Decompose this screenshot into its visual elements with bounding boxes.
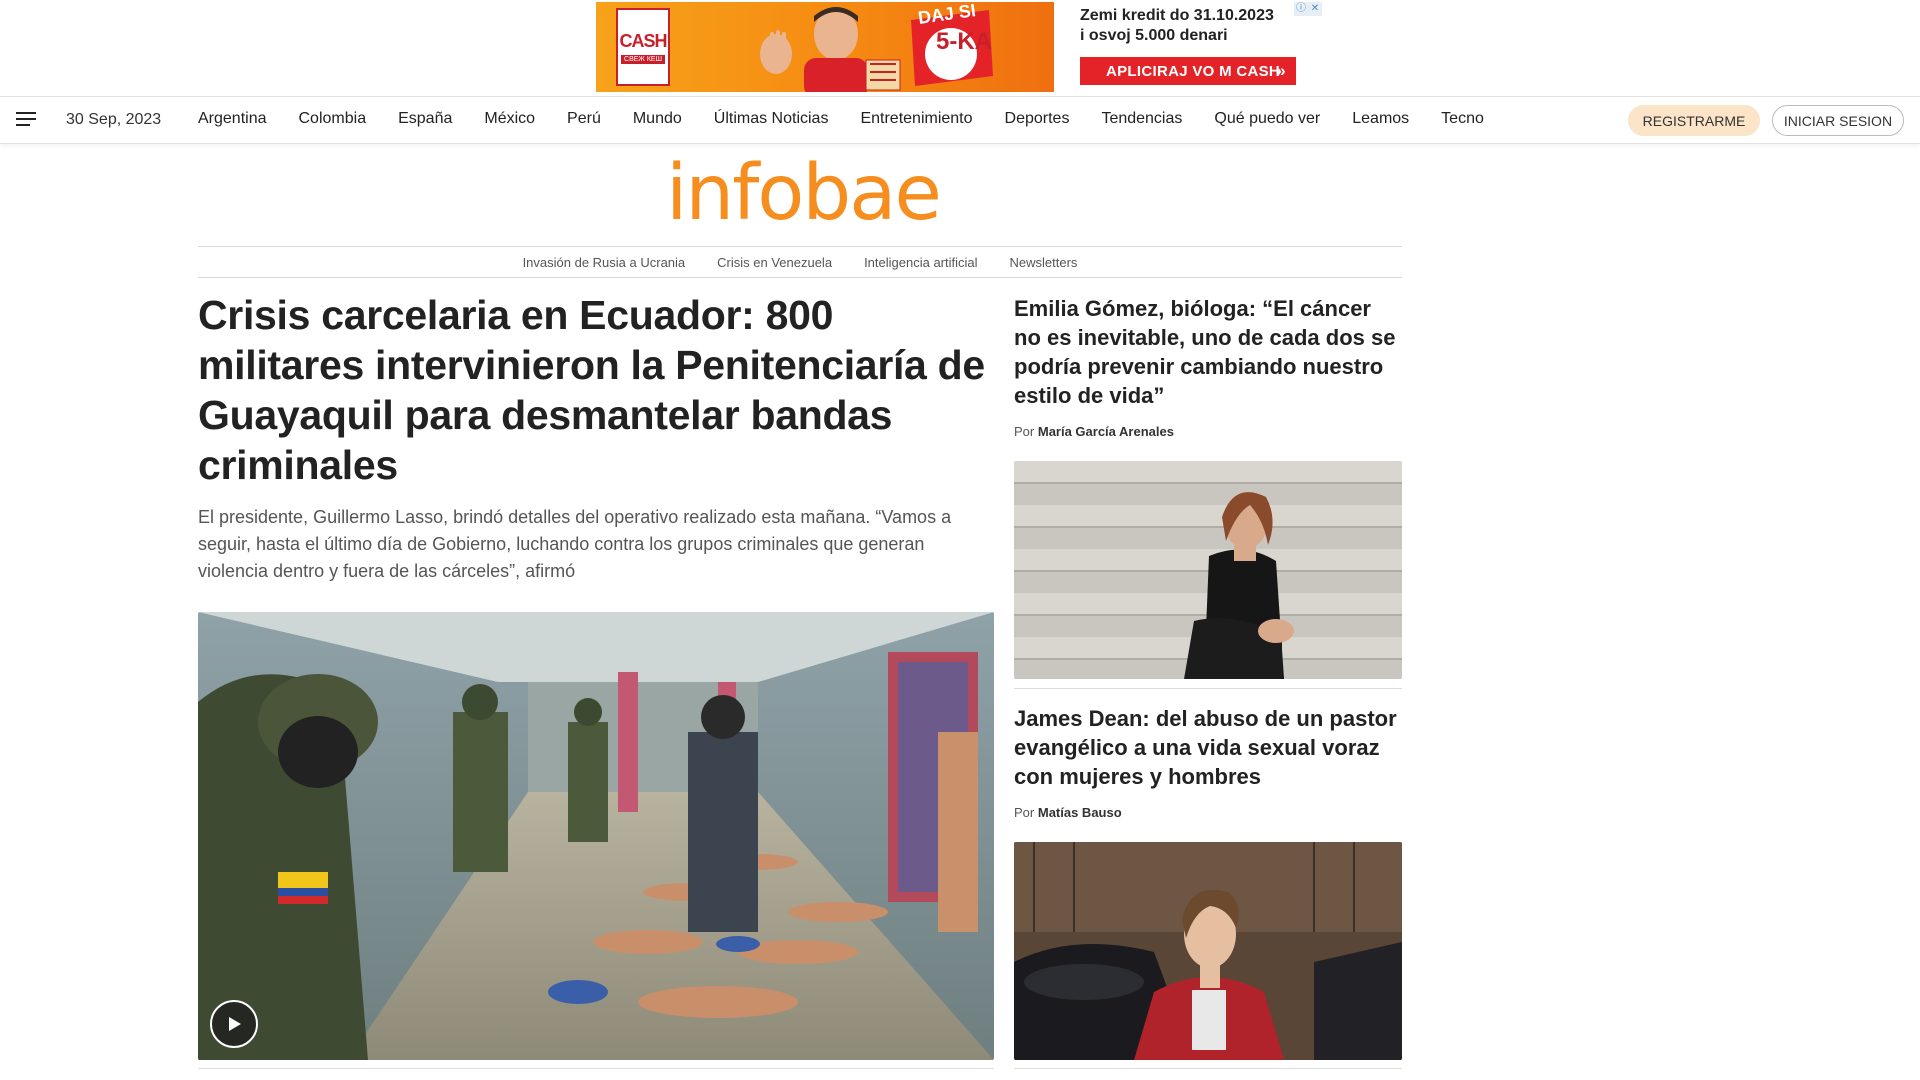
topic-links: Invasión de Rusia a Ucrania Crisis en Ve… (198, 246, 1402, 278)
author-link[interactable]: María García Arenales (1038, 424, 1174, 439)
nav-link-entretenimiento[interactable]: Entretenimiento (860, 110, 972, 128)
main-story-headline[interactable]: Crisis carcelaria en Ecuador: 800 milita… (198, 290, 994, 490)
side-story-image[interactable] (1014, 842, 1402, 1060)
topic-link-rusia-ucrania[interactable]: Invasión de Rusia a Ucrania (523, 255, 686, 270)
nav-link-mexico[interactable]: México (484, 110, 535, 128)
byline-prefix: Por (1014, 424, 1035, 439)
double-chevron-right-icon: » (1276, 61, 1286, 80)
ad-cta-button[interactable]: APLICIRAJ VO M CASH » (1080, 57, 1296, 85)
main-story: Crisis carcelaria en Ecuador: 800 milita… (198, 290, 994, 585)
ad-line-2: i osvoj 5.000 denari (1080, 27, 1228, 44)
topic-link-inteligencia-artificial[interactable]: Inteligencia artificial (864, 255, 977, 270)
ad-cta-label: APLICIRAJ VO M CASH (1106, 62, 1281, 80)
ad-strip: CASH СВЕЖ КЕШ DAJ SI 5-KA Zemi kredit do… (0, 0, 1920, 96)
ad-line-1: Zemi kredit do 31.10.2023 (1080, 7, 1274, 24)
byline-prefix: Por (1014, 805, 1035, 820)
play-icon (229, 1017, 241, 1031)
byline: Por Matías Bauso (1014, 805, 1402, 820)
topic-link-venezuela[interactable]: Crisis en Venezuela (717, 255, 832, 270)
login-button[interactable]: INICIAR SESION (1772, 105, 1904, 136)
prison-corridor-photo (198, 612, 994, 1060)
cash-logo: CASH СВЕЖ КЕШ (616, 8, 670, 86)
ad-person-image (760, 7, 901, 92)
video-play-button[interactable] (210, 1000, 258, 1048)
author-link[interactable]: Matías Bauso (1038, 805, 1122, 820)
james-dean-photo (1014, 842, 1402, 1060)
side-story: Emilia Gómez, bióloga: “El cáncer no es … (1014, 294, 1402, 439)
ad-choices[interactable]: ⓘ ✕ (1294, 2, 1322, 16)
divider (1014, 688, 1402, 689)
nav-link-deportes[interactable]: Deportes (1005, 110, 1070, 128)
woman-portrait-photo (1014, 461, 1402, 679)
cash-logo-subtext: СВЕЖ КЕШ (621, 54, 665, 64)
current-date: 30 Sep, 2023 (66, 111, 162, 128)
side-story-headline[interactable]: Emilia Gómez, bióloga: “El cáncer no es … (1014, 294, 1402, 410)
infobae-logo[interactable]: infobae (666, 154, 942, 234)
byline: Por María García Arenales (1014, 424, 1402, 439)
cash-logo-text: CASH (619, 30, 667, 51)
hamburger-menu-icon[interactable] (16, 112, 36, 128)
side-story-headline[interactable]: James Dean: del abuso de un pastor evang… (1014, 704, 1402, 791)
section-links: Argentina Colombia España México Perú Mu… (198, 110, 1516, 128)
ad-visual[interactable]: CASH СВЕЖ КЕШ DAJ SI 5-KA (596, 2, 1054, 92)
register-button[interactable]: REGISTRARME (1628, 105, 1760, 136)
topic-link-newsletters[interactable]: Newsletters (1010, 255, 1078, 270)
nav-link-tendencias[interactable]: Tendencias (1101, 110, 1182, 128)
ad-close-icon[interactable]: ✕ (1308, 2, 1322, 16)
divider (1014, 1068, 1402, 1069)
divider (198, 1068, 994, 1069)
nav-link-ultimas-noticias[interactable]: Últimas Noticias (714, 110, 829, 128)
main-story-image[interactable] (198, 612, 994, 1060)
ad-copy[interactable]: Zemi kredit do 31.10.2023 i osvoj 5.000 … (1080, 6, 1310, 90)
nav-link-argentina[interactable]: Argentina (198, 110, 267, 128)
nav-link-colombia[interactable]: Colombia (299, 110, 367, 128)
side-story-image[interactable] (1014, 461, 1402, 679)
ad-banner[interactable]: CASH СВЕЖ КЕШ DAJ SI 5-KA Zemi kredit do… (596, 2, 1322, 92)
nav-link-mundo[interactable]: Mundo (633, 110, 682, 128)
nav-link-tecno[interactable]: Tecno (1441, 110, 1484, 128)
nav-link-que-puedo-ver[interactable]: Qué puedo ver (1214, 110, 1320, 128)
ad-badge-main-text: 5-KA (936, 28, 993, 55)
ad-info-icon[interactable]: ⓘ (1294, 2, 1308, 16)
side-story: James Dean: del abuso de un pastor evang… (1014, 704, 1402, 820)
nav-link-peru[interactable]: Perú (567, 110, 601, 128)
nav-link-espana[interactable]: España (398, 110, 452, 128)
top-navigation: 30 Sep, 2023 Argentina Colombia España M… (0, 96, 1920, 144)
nav-link-leamos[interactable]: Leamos (1352, 110, 1409, 128)
main-story-deck: El presidente, Guillermo Lasso, brindó d… (198, 507, 952, 581)
